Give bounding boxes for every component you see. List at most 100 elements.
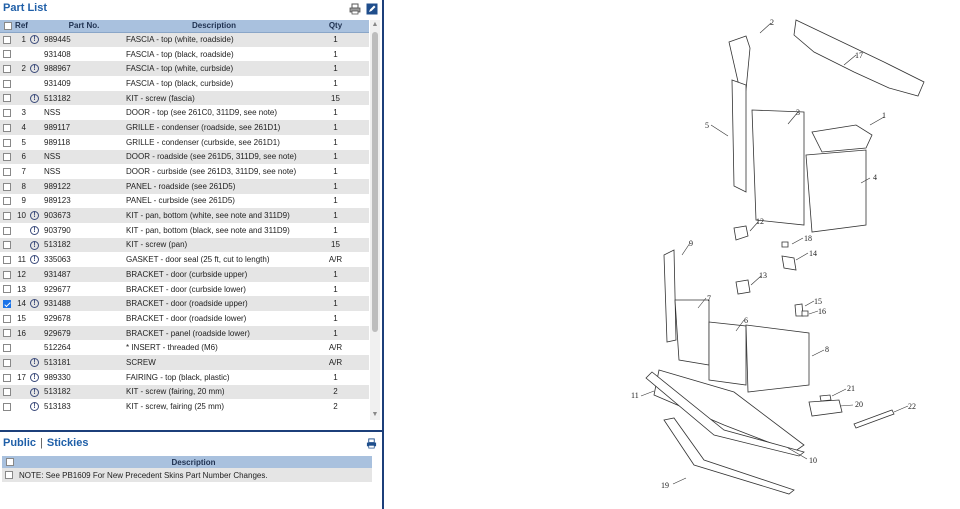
callout-21[interactable]: 21 bbox=[847, 384, 855, 393]
col-part-no[interactable]: Part No. bbox=[42, 20, 126, 33]
callout-14[interactable]: 14 bbox=[809, 249, 817, 258]
row-checkbox-checked[interactable] bbox=[3, 300, 11, 309]
callout-19[interactable]: 19 bbox=[661, 481, 669, 490]
callout-5[interactable]: 5 bbox=[705, 121, 709, 130]
row-part-no[interactable]: 903673 bbox=[42, 208, 126, 223]
tab-public[interactable]: Public bbox=[3, 437, 36, 449]
row-part-no[interactable]: 513182 bbox=[42, 90, 126, 106]
scroll-thumb[interactable] bbox=[372, 32, 378, 332]
part-list-scrollbar[interactable]: ▲ ▼ bbox=[370, 20, 380, 420]
callout-15[interactable]: 15 bbox=[814, 297, 822, 306]
callout-13[interactable]: 13 bbox=[759, 271, 767, 280]
part-screw-16[interactable] bbox=[801, 310, 809, 317]
table-row[interactable]: ! 513183 KIT - screw, fairing (25 mm) 2 bbox=[0, 399, 369, 414]
row-checkbox[interactable] bbox=[3, 373, 11, 382]
table-row[interactable]: 8 989122 PANEL - roadside (see 261D5) 1 bbox=[0, 178, 369, 194]
part-grille-roadside[interactable] bbox=[805, 149, 867, 233]
table-row[interactable]: 4 989117 GRILLE - condenser (roadside, see… bbox=[0, 120, 369, 135]
col-qty[interactable]: Qty bbox=[302, 20, 369, 33]
row-checkbox[interactable] bbox=[3, 79, 11, 88]
tab-stickies[interactable]: Stickies bbox=[47, 437, 89, 449]
edit-icon[interactable] bbox=[366, 3, 378, 15]
note-checkbox[interactable] bbox=[5, 471, 13, 480]
callout-2[interactable]: 2 bbox=[770, 18, 774, 27]
row-checkbox[interactable] bbox=[3, 270, 11, 279]
table-row[interactable]: ! 513181 SCREW A/R bbox=[0, 355, 369, 370]
info-icon[interactable]: ! bbox=[30, 240, 39, 250]
callout-10[interactable]: 10 bbox=[809, 456, 817, 465]
callout-7[interactable]: 7 bbox=[707, 294, 711, 303]
row-checkbox[interactable] bbox=[3, 182, 11, 191]
table-row[interactable]: ! 903790 KIT - pan, bottom (black, see not… bbox=[0, 222, 369, 238]
row-part-no[interactable]: NSS bbox=[42, 105, 126, 121]
row-checkbox[interactable] bbox=[3, 167, 11, 176]
row-part-no[interactable]: 931408 bbox=[42, 46, 126, 62]
row-checkbox[interactable] bbox=[3, 197, 11, 206]
info-icon[interactable]: ! bbox=[30, 402, 39, 412]
table-row[interactable]: 512264 * INSERT - threaded (M6) A/R bbox=[0, 340, 369, 356]
table-row[interactable]: 7 NSS DOOR - curbside (see 261D3, 311D9, s… bbox=[0, 164, 369, 179]
row-checkbox[interactable] bbox=[3, 329, 11, 338]
table-row[interactable]: ! 513182 KIT - screw (pan) 15 bbox=[0, 237, 369, 253]
part-bracket-22[interactable] bbox=[853, 409, 895, 429]
row-part-no[interactable]: 931488 bbox=[42, 296, 126, 312]
row-part-no[interactable]: NSS bbox=[42, 164, 126, 179]
info-icon[interactable]: ! bbox=[30, 225, 39, 235]
row-part-no[interactable]: 513182 bbox=[42, 384, 126, 400]
row-part-no[interactable]: 929677 bbox=[42, 281, 126, 297]
notes-select-all-checkbox[interactable] bbox=[6, 458, 14, 467]
col-description[interactable]: Description bbox=[126, 20, 302, 33]
table-row[interactable]: 12 931487 BRACKET - door (curbside upper) 1 bbox=[0, 267, 369, 282]
row-checkbox[interactable] bbox=[3, 35, 11, 44]
info-icon[interactable]: ! bbox=[30, 35, 39, 45]
callout-16[interactable]: 16 bbox=[818, 307, 826, 316]
select-all-cell[interactable] bbox=[0, 20, 13, 33]
info-icon[interactable]: ! bbox=[30, 372, 39, 382]
callout-6[interactable]: 6 bbox=[744, 316, 748, 325]
row-part-no[interactable]: 931409 bbox=[42, 76, 126, 91]
table-row[interactable]: 931409 FASCIA - top (black, curbside) 1 bbox=[0, 76, 369, 91]
row-part-no[interactable]: 989123 bbox=[42, 193, 126, 209]
callout-17[interactable]: 17 bbox=[855, 51, 863, 60]
table-row[interactable]: 10! 903673 KIT - pan, bottom (white, see n… bbox=[0, 208, 369, 223]
row-checkbox[interactable] bbox=[3, 256, 11, 265]
row-part-no[interactable]: 989445 bbox=[42, 32, 126, 47]
row-part-no[interactable]: 929678 bbox=[42, 311, 126, 326]
table-row[interactable]: 14! 931488 BRACKET - door (roadside upper)… bbox=[0, 296, 369, 312]
callout-18[interactable]: 18 bbox=[804, 234, 812, 243]
table-row[interactable]: 931408 FASCIA - top (black, roadside) 1 bbox=[0, 46, 369, 62]
row-part-no[interactable]: 989118 bbox=[42, 134, 126, 150]
row-checkbox[interactable] bbox=[3, 94, 11, 103]
table-row[interactable]: ! 513182 KIT - screw (fairing, 20 mm) 2 bbox=[0, 384, 369, 400]
row-part-no[interactable]: 931487 bbox=[42, 267, 126, 282]
info-icon[interactable]: ! bbox=[30, 299, 39, 309]
part-bracket-12[interactable] bbox=[733, 225, 749, 241]
table-row[interactable]: 15 929678 BRACKET - door (roadside lower) 1 bbox=[0, 311, 369, 326]
row-part-no[interactable]: 903790 bbox=[42, 222, 126, 238]
part-grille-curbside[interactable] bbox=[731, 79, 747, 193]
part-bracket-14[interactable] bbox=[781, 255, 797, 271]
table-row[interactable]: 6 NSS DOOR - roadside (see 261D5, 311D9, s… bbox=[0, 149, 369, 165]
row-checkbox[interactable] bbox=[3, 358, 11, 367]
notes-col-description[interactable]: Description bbox=[15, 456, 372, 468]
callout-20[interactable]: 20 bbox=[855, 400, 863, 409]
row-part-no[interactable]: NSS bbox=[42, 149, 126, 165]
part-screw-21[interactable] bbox=[819, 394, 832, 402]
part-insert-18[interactable] bbox=[781, 241, 789, 248]
row-checkbox[interactable] bbox=[3, 211, 11, 220]
row-checkbox[interactable] bbox=[3, 388, 11, 397]
scroll-up-icon[interactable]: ▲ bbox=[371, 21, 379, 29]
row-checkbox[interactable] bbox=[3, 226, 11, 235]
table-row[interactable]: 9 989123 PANEL - curbside (see 261D5) 1 bbox=[0, 193, 369, 209]
row-checkbox[interactable] bbox=[3, 285, 11, 294]
callout-22[interactable]: 22 bbox=[908, 402, 916, 411]
row-part-no[interactable]: 513181 bbox=[42, 355, 126, 370]
note-row[interactable]: NOTE: See PB1609 For New Precedent Skins… bbox=[2, 468, 372, 482]
table-row[interactable]: 5 989118 GRILLE - condenser (curbside, see… bbox=[0, 134, 369, 150]
row-checkbox[interactable] bbox=[3, 123, 11, 132]
row-part-no[interactable]: 989117 bbox=[42, 120, 126, 135]
part-door-curbside[interactable] bbox=[674, 299, 710, 366]
table-row[interactable]: 16 929679 BRACKET - panel (roadside lower)… bbox=[0, 325, 369, 341]
row-checkbox[interactable] bbox=[3, 50, 11, 59]
callout-8[interactable]: 8 bbox=[825, 345, 829, 354]
